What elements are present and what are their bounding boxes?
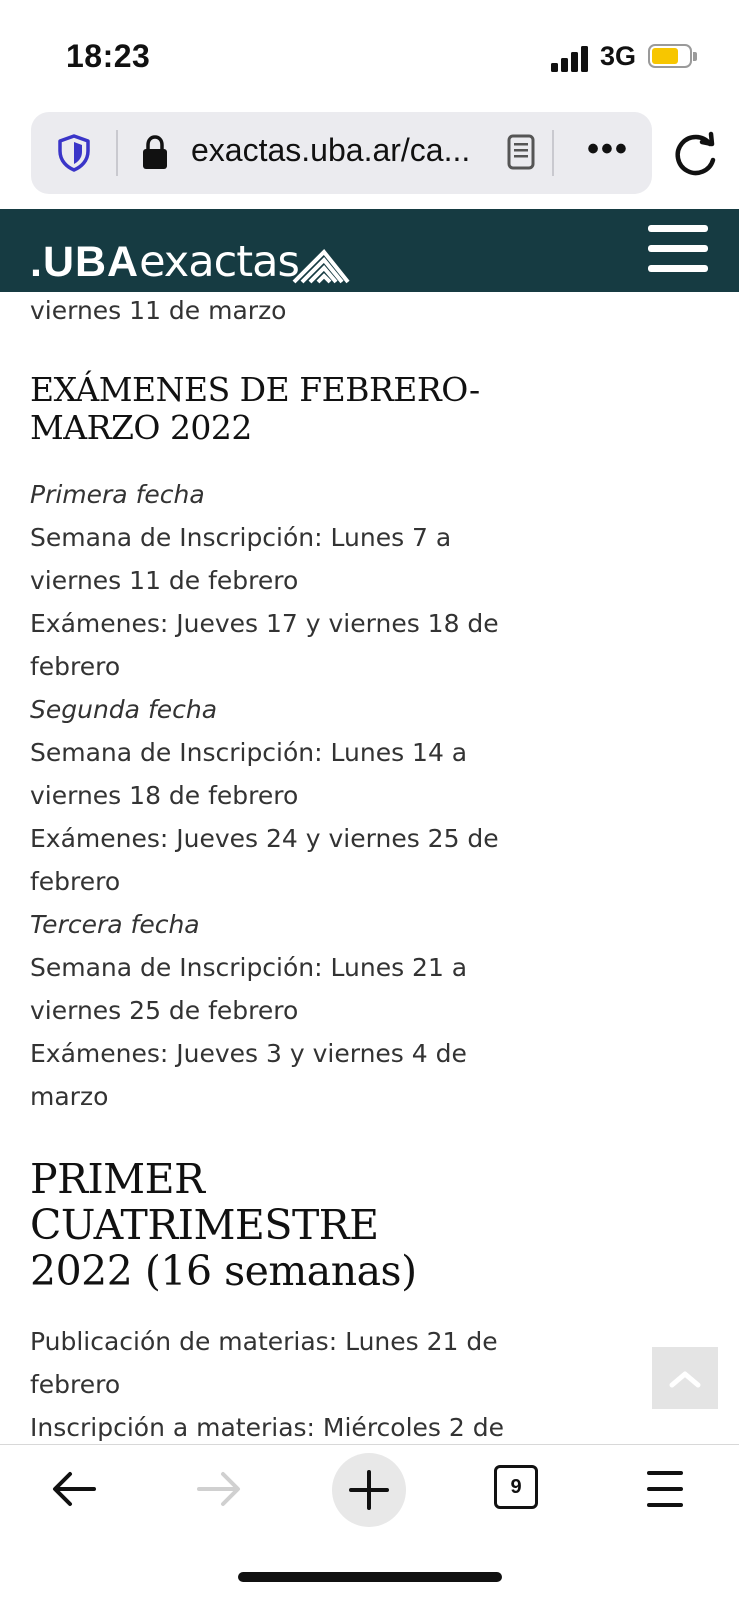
section-title-line: PRIMER CUATRIMESTRE <box>30 1155 379 1249</box>
network-type: 3G <box>600 41 637 71</box>
status-bar: 18:23 3G <box>0 0 739 110</box>
chevron-up-icon <box>669 1371 701 1388</box>
site-logo[interactable]: .UBAexactas <box>30 237 300 292</box>
home-indicator <box>238 1572 502 1582</box>
section-title-line: 2022 (16 semanas) <box>30 1247 417 1295</box>
site-header: .UBAexactas <box>0 209 739 292</box>
url-divider <box>552 130 554 176</box>
lock-icon <box>143 135 167 169</box>
section-title: PRIMER CUATRIMESTRE 2022 (16 semanas) <box>30 1156 550 1294</box>
plus-icon <box>349 1470 389 1510</box>
content-text: viernes 18 de febrero <box>30 781 299 810</box>
signal-icon <box>551 46 591 72</box>
back-to-top-button[interactable] <box>652 1347 718 1409</box>
section-title: EXÁMENES DE FEBRERO- MARZO 2022 <box>30 371 550 447</box>
more-icon[interactable]: ••• <box>581 132 635 170</box>
content-text: Exámenes: Jueves 24 y viernes 25 de <box>30 824 499 853</box>
menu-icon[interactable] <box>645 1467 685 1511</box>
date-label: Tercera fecha <box>30 910 200 939</box>
url-bar[interactable]: exactas.uba.ar/ca... ••• <box>31 112 652 194</box>
back-arrow-icon[interactable] <box>50 1465 98 1513</box>
section-title-line: EXÁMENES DE FEBRERO- <box>30 370 480 409</box>
battery-icon <box>648 44 698 70</box>
content-text: Inscripción a materias: Miércoles 2 de <box>30 1413 504 1442</box>
shield-icon[interactable] <box>57 134 91 172</box>
content-text: viernes 11 de marzo <box>30 296 287 325</box>
logo-mark-icon <box>292 249 350 284</box>
url-divider <box>116 130 118 176</box>
date-label: Segunda fecha <box>30 695 218 724</box>
section-title-line: MARZO 2022 <box>30 408 252 447</box>
content-text: viernes 11 de febrero <box>30 566 299 595</box>
logo-exactas-text: exactas <box>139 237 300 287</box>
reader-mode-icon[interactable] <box>507 134 535 170</box>
content-text: Semana de Inscripción: Lunes 7 a <box>30 523 452 552</box>
content-text: Publicación de materias: Lunes 21 de <box>30 1327 498 1356</box>
content-text: viernes 25 de febrero <box>30 996 299 1025</box>
hamburger-menu-icon[interactable] <box>648 225 708 273</box>
content-text: febrero <box>30 1370 121 1399</box>
content-text: Semana de Inscripción: Lunes 14 a <box>30 738 468 767</box>
page-content: viernes 11 de marzo EXÁMENES DE FEBRERO-… <box>30 292 550 1449</box>
date-label: Primera fecha <box>30 480 205 509</box>
content-text: marzo <box>30 1082 109 1111</box>
content-text: Semana de Inscripción: Lunes 21 a <box>30 953 468 982</box>
forward-arrow-icon[interactable] <box>195 1465 243 1513</box>
status-time: 18:23 <box>66 38 151 74</box>
reload-icon[interactable] <box>672 130 720 178</box>
content-text: Exámenes: Jueves 17 y viernes 18 de <box>30 609 499 638</box>
content-text: febrero <box>30 867 121 896</box>
new-tab-button[interactable] <box>332 1453 406 1527</box>
url-text[interactable]: exactas.uba.ar/ca... <box>191 132 470 169</box>
content-text: Exámenes: Jueves 3 y viernes 4 de <box>30 1039 467 1068</box>
content-text: febrero <box>30 652 121 681</box>
tabs-counter-button[interactable]: 9 <box>494 1465 538 1509</box>
logo-uba-text: .UBA <box>30 238 140 286</box>
